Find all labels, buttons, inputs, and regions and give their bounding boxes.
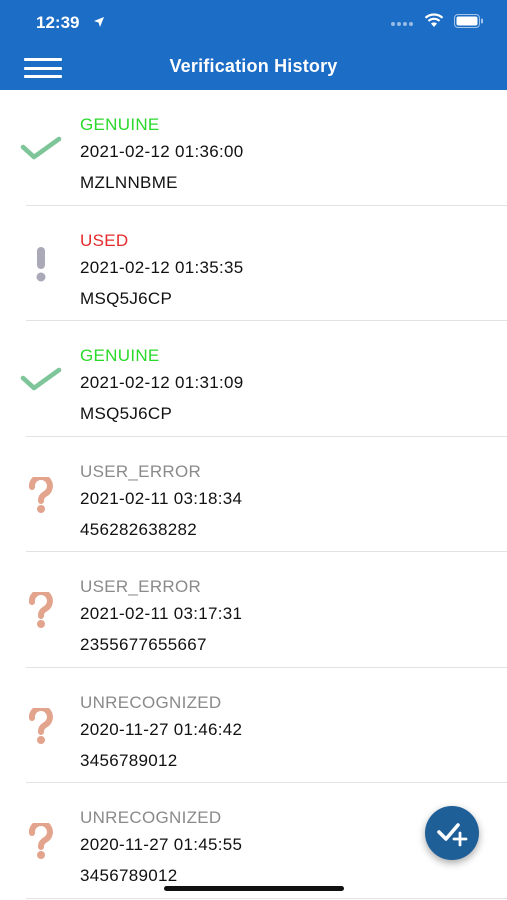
- verification-code: 2355677655667: [80, 635, 207, 654]
- verification-datetime: 2021-02-12 01:31:09: [80, 373, 244, 392]
- history-row[interactable]: USED 2021-02-12 01:35:35 MSQ5J6CP: [0, 206, 507, 322]
- verification-code: MSQ5J6CP: [80, 404, 173, 423]
- verification-status: USER_ERROR: [80, 461, 202, 481]
- verification-history-list: GENUINE 2021-02-12 01:36:00 MZLNNBME USE…: [0, 90, 507, 899]
- page-title: Verification History: [169, 56, 338, 76]
- question-mark-icon: [16, 706, 66, 746]
- verification-status: UNRECOGNIZED: [80, 692, 222, 712]
- verification-datetime: 2021-02-11 03:18:34: [80, 488, 243, 508]
- checkmark-icon: [16, 128, 66, 168]
- home-indicator: [164, 886, 344, 891]
- history-row[interactable]: GENUINE 2021-02-12 01:31:09 MSQ5J6CP: [0, 321, 507, 437]
- signal-dots-icon: [390, 14, 414, 32]
- add-verification-button[interactable]: [425, 806, 479, 860]
- status-indicators: [390, 13, 484, 33]
- wifi-icon: [424, 13, 444, 33]
- history-row[interactable]: UNRECOGNIZED 2020-11-27 01:46:42 3456789…: [0, 668, 507, 784]
- verification-status: USED: [80, 230, 129, 250]
- exclamation-icon: [16, 244, 66, 284]
- verification-code: MSQ5J6CP: [80, 288, 173, 308]
- verification-status: UNRECOGNIZED: [80, 808, 222, 827]
- verification-datetime: 2020-11-27 01:45:55: [80, 835, 243, 854]
- verification-code: 3456789012: [80, 866, 178, 885]
- location-arrow-icon: [93, 15, 105, 33]
- history-row[interactable]: USER_ERROR 2021-02-11 03:18:34 456282638…: [0, 437, 507, 553]
- check-plus-icon: [437, 823, 468, 847]
- verification-code: MZLNNBME: [80, 173, 178, 192]
- history-row[interactable]: USER_ERROR 2021-02-11 03:17:31 235567765…: [0, 552, 507, 668]
- question-mark-icon: [16, 821, 66, 861]
- verification-status: USER_ERROR: [80, 577, 202, 596]
- verification-code: 3456789012: [80, 750, 178, 770]
- verification-datetime: 2020-11-27 01:46:42: [80, 719, 243, 739]
- battery-icon: [454, 13, 484, 33]
- question-mark-icon: [16, 590, 66, 630]
- verification-datetime: 2021-02-11 03:17:31: [80, 604, 243, 623]
- checkmark-icon: [16, 359, 66, 399]
- verification-status: GENUINE: [80, 115, 160, 134]
- history-row[interactable]: GENUINE 2021-02-12 01:36:00 MZLNNBME: [0, 90, 507, 206]
- verification-datetime: 2021-02-12 01:36:00: [80, 142, 244, 161]
- verification-status: GENUINE: [80, 346, 160, 365]
- status-time: 12:39: [36, 13, 80, 32]
- app-header: 12:39 Verification History: [0, 0, 507, 90]
- question-mark-icon: [16, 475, 66, 515]
- verification-code: 456282638282: [80, 519, 198, 539]
- verification-datetime: 2021-02-12 01:35:35: [80, 257, 244, 277]
